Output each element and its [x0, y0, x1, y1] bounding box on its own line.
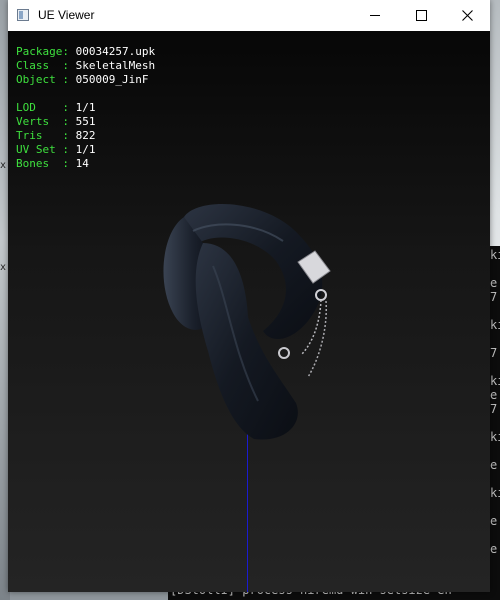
info-value: 050009_JinF [75, 73, 149, 86]
console-text-fragment: ki [490, 486, 500, 500]
info-label: Package: [16, 45, 69, 58]
console-text-fragment: ki [490, 374, 500, 388]
close-icon [461, 10, 473, 21]
console-text-fragment: ki [490, 430, 500, 444]
console-text-fragment: e [490, 458, 498, 472]
console-text-fragment: e [490, 276, 498, 290]
info-value: 14 [75, 157, 89, 170]
console-text-fragment: ki [490, 318, 500, 332]
info-value: 1/1 [75, 143, 96, 156]
info-row-object: Object : 050009_JinF [16, 73, 155, 87]
minimize-button[interactable] [352, 0, 398, 31]
info-value: 1/1 [75, 101, 96, 114]
info-label: Object : [16, 73, 69, 86]
info-row-lod: LOD : 1/1 [16, 101, 155, 115]
info-value: 551 [75, 115, 96, 128]
info-row-class: Class : SkeletalMesh [16, 59, 155, 73]
maximize-icon [415, 10, 427, 21]
desktop-edge-glyph: x [0, 160, 7, 171]
console-text-fragment: ki [490, 248, 500, 262]
minimize-icon [370, 15, 380, 16]
info-row-package: Package: 00034257.upk [16, 45, 155, 59]
info-row-tris: Tris : 822 [16, 129, 155, 143]
info-value: SkeletalMesh [75, 59, 156, 72]
info-label: Class : [16, 59, 69, 72]
info-value: 00034257.upk [75, 45, 156, 58]
desktop-edge-glyph: x [0, 262, 7, 273]
clip-ring [278, 347, 290, 359]
console-text-fragment: e [490, 388, 498, 402]
maximize-button[interactable] [398, 0, 444, 31]
info-label: UV Set : [16, 143, 69, 156]
info-label: Tris : [16, 129, 69, 142]
console-text-fragment: 7 [490, 346, 498, 360]
info-label: Verts : [16, 115, 69, 128]
console-text-fragment: e [490, 514, 498, 528]
app-window-icon [17, 9, 29, 21]
close-button[interactable] [444, 0, 490, 31]
info-label: LOD : [16, 101, 69, 114]
info-label: Bones : [16, 157, 69, 170]
console-text-fragment: 7 [490, 402, 498, 416]
info-row-bones: Bones : 14 [16, 157, 155, 171]
console-text-fragment: e [490, 542, 498, 556]
3d-viewport[interactable]: Package: 00034257.upk Class : SkeletalMe… [8, 31, 490, 592]
console-text-fragment: 7 [490, 290, 498, 304]
ue-viewer-window[interactable]: UE Viewer Package: 00034257.upk Class: … [8, 0, 490, 592]
window-title: UE Viewer [38, 8, 95, 22]
info-row-verts: Verts : 551 [16, 115, 155, 129]
title-bar[interactable]: UE Viewer [8, 0, 490, 31]
info-value: 822 [75, 129, 96, 142]
mesh-info-overlay: Package: 00034257.upk Class : SkeletalMe… [16, 45, 155, 171]
info-row-uvset: UV Set : 1/1 [16, 143, 155, 157]
